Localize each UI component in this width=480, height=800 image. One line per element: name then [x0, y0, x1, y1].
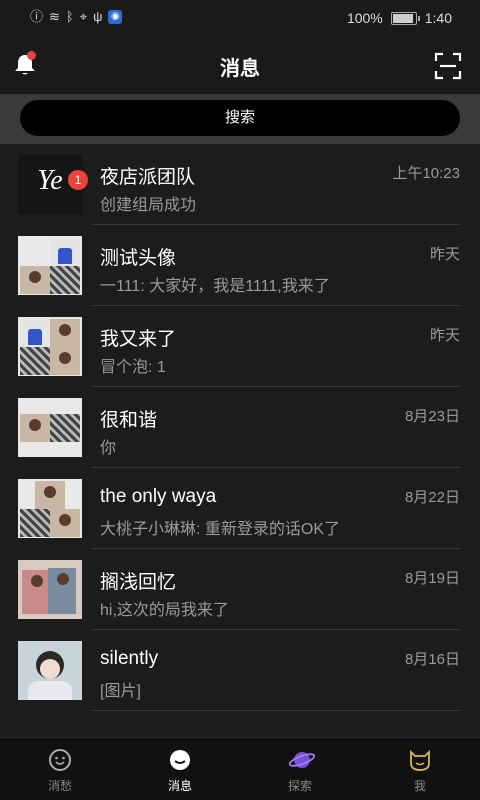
conversation-preview: 大桃子小琳琳: 重新登录的话OK了 — [100, 521, 341, 538]
avatar-tile — [20, 347, 50, 375]
avatar-tile — [50, 238, 80, 266]
conversation-item[interactable]: silently [图片] 8月16日 — [0, 630, 480, 711]
avatar-photo-face — [40, 659, 60, 679]
conversation-list: Ye 夜店派团队 创建组局成功 上午10:23 测试头像 一111: 大家好，我… — [0, 144, 480, 711]
tab-label: 探索 — [287, 779, 312, 793]
tab-me[interactable]: 我 — [360, 738, 480, 800]
tab-label: 我 — [413, 779, 426, 793]
usb-icon: ψ — [93, 9, 103, 24]
app-notification-icon: ◉ — [108, 10, 123, 24]
conversation-title: 夜店派团队 — [100, 167, 196, 188]
avatar-photo-person — [48, 568, 76, 614]
conversation-item[interactable]: 测试头像 一111: 大家好，我是1111,我来了 昨天 — [0, 225, 480, 306]
avatar-tile — [50, 509, 80, 537]
conversation-title: 测试头像 — [100, 248, 177, 269]
avatar — [18, 398, 82, 457]
battery-percent: 100% — [346, 10, 383, 26]
wifi-icon: ≋ — [49, 9, 60, 24]
bluetooth-icon: ᛒ — [65, 9, 74, 24]
conversation-title: the only waya — [100, 486, 217, 507]
conversation-item[interactable]: the only waya 大桃子小琳琳: 重新登录的话OK了 8月22日 — [0, 468, 480, 549]
status-icons: ⓘ ≋ ᛒ ⌖ ψ ◉ — [30, 9, 123, 25]
tab-label: 消愁 — [47, 779, 72, 793]
conversation-preview: 冒个泡: 1 — [100, 359, 166, 376]
avatar-photo-body — [28, 681, 72, 700]
tab-messages[interactable]: 消息 — [120, 738, 240, 800]
conversation-time: 8月22日 — [404, 489, 460, 506]
tab-label: 消息 — [167, 779, 192, 793]
search-area: 搜索 — [0, 94, 480, 144]
avatar-tile — [50, 347, 80, 375]
conversation-preview: 一111: 大家好，我是1111,我来了 — [100, 278, 330, 295]
avatar — [18, 236, 82, 295]
face-icon — [48, 748, 72, 772]
message-icon — [168, 748, 192, 772]
bottom-tab-bar: 消愁 消息 探索 我 — [0, 737, 480, 800]
app-header: 消息 — [0, 36, 480, 94]
avatar-tile — [20, 266, 50, 294]
avatar — [18, 641, 82, 700]
conversation-item[interactable]: 搁浅回忆 hi,这次的局我来了 8月19日 — [0, 549, 480, 630]
conversation-title: 很和谐 — [100, 410, 158, 431]
cat-face-icon — [408, 748, 432, 772]
conversation-time: 上午10:23 — [392, 165, 460, 182]
avatar — [18, 479, 82, 538]
battery-icon — [390, 11, 420, 25]
conversation-time: 8月16日 — [404, 651, 460, 668]
conversation-preview: [图片] — [100, 683, 141, 700]
conversation-time: 8月19日 — [404, 570, 460, 587]
conversation-preview: 你 — [100, 440, 117, 457]
unread-badge: 1 — [68, 170, 88, 190]
conversation-preview: 创建组局成功 — [100, 197, 197, 214]
page-title: 消息 — [220, 58, 260, 80]
avatar-tile — [20, 319, 50, 347]
conversation-title: 搁浅回忆 — [100, 572, 177, 593]
tab-explore[interactable]: 探索 — [240, 738, 360, 800]
avatar-tile — [20, 414, 50, 442]
conversation-item[interactable]: 很和谐 你 8月23日 — [0, 387, 480, 468]
status-bar: ⓘ ≋ ᛒ ⌖ ψ ◉ 100% 1:40 — [0, 0, 480, 36]
divider — [92, 710, 460, 711]
conversation-title: silently — [100, 648, 159, 669]
conversation-preview: hi,这次的局我来了 — [100, 602, 229, 619]
location-icon: ⌖ — [79, 9, 88, 24]
avatar-tile — [50, 319, 80, 347]
avatar-tile — [35, 481, 65, 509]
alert-icon: ⓘ — [30, 9, 44, 24]
conversation-title: 我又来了 — [100, 329, 177, 350]
avatar — [18, 560, 82, 619]
conversation-time: 8月23日 — [404, 408, 460, 425]
avatar — [18, 317, 82, 376]
planet-icon — [288, 748, 316, 772]
search-input[interactable]: 搜索 — [20, 100, 460, 136]
avatar-tile — [50, 414, 80, 442]
conversation-item[interactable]: 我又来了 冒个泡: 1 昨天 — [0, 306, 480, 387]
tab-xiaochou[interactable]: 消愁 — [0, 738, 120, 800]
clock: 1:40 — [424, 10, 452, 26]
conversation-time: 昨天 — [429, 246, 460, 263]
avatar-tile — [20, 509, 50, 537]
avatar-tile — [50, 266, 80, 294]
avatar-photo-person — [22, 570, 50, 614]
conversation-time: 昨天 — [429, 327, 460, 344]
scan-icon[interactable] — [434, 52, 462, 80]
